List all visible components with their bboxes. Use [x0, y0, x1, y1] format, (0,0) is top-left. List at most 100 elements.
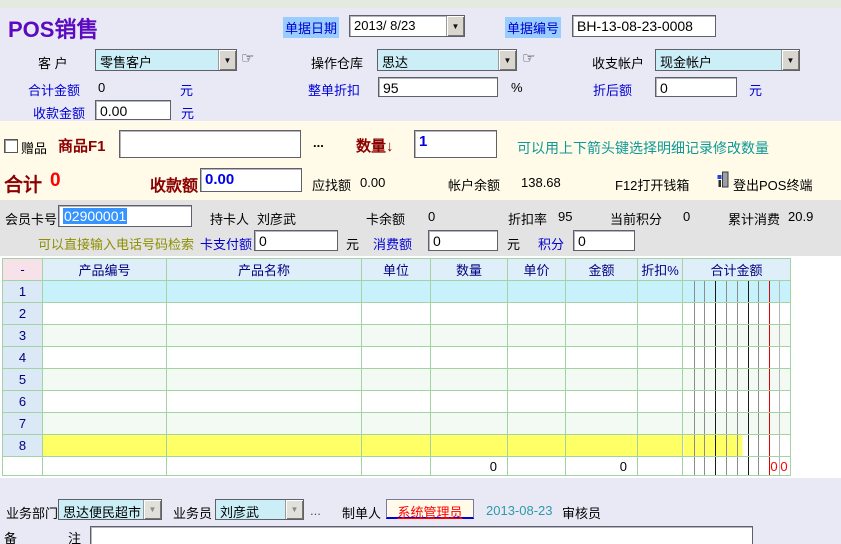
receipt-input[interactable]: 0.00: [200, 168, 302, 192]
grid-cell[interactable]: [431, 391, 508, 413]
grid-cell[interactable]: [566, 391, 638, 413]
row-number-cell[interactable]: 4: [3, 347, 43, 369]
grid-cell[interactable]: [362, 325, 431, 347]
row-number-cell[interactable]: 8: [3, 435, 43, 457]
chevron-down-icon[interactable]: ▼: [285, 500, 303, 519]
grid-cell[interactable]: [167, 303, 362, 325]
row-number-cell[interactable]: 7: [3, 413, 43, 435]
gift-checkbox[interactable]: [4, 139, 18, 153]
grid-cell[interactable]: [566, 325, 638, 347]
points-input[interactable]: 0: [573, 230, 635, 251]
row-number-cell[interactable]: 3: [3, 325, 43, 347]
grid-cell[interactable]: [566, 281, 638, 303]
grid-cell[interactable]: [167, 347, 362, 369]
grid-cell[interactable]: [431, 413, 508, 435]
grid-cell[interactable]: [43, 281, 167, 303]
grid-cell[interactable]: [508, 435, 566, 457]
grid-cell[interactable]: [362, 303, 431, 325]
grid-cell[interactable]: [638, 391, 683, 413]
chevron-down-icon[interactable]: ▼: [143, 500, 161, 519]
doc-number-input[interactable]: BH-13-08-23-0008: [572, 15, 716, 37]
grid-cell[interactable]: [508, 369, 566, 391]
row-number-cell[interactable]: 2: [3, 303, 43, 325]
doc-date-combobox[interactable]: 2013/ 8/23 ▼: [349, 15, 465, 37]
card-pay-input[interactable]: 0: [254, 230, 338, 251]
grid-cell[interactable]: [362, 281, 431, 303]
grid-cell[interactable]: [508, 281, 566, 303]
grid-cell[interactable]: [508, 413, 566, 435]
logout-icon[interactable]: [716, 171, 729, 191]
salesman-combobox[interactable]: 刘彦武 ▼: [215, 499, 304, 520]
grid-cell[interactable]: [508, 325, 566, 347]
customer-combobox[interactable]: 零售客户 ▼: [95, 49, 237, 71]
order-discount-input[interactable]: 95: [378, 77, 498, 97]
grid-cell[interactable]: [431, 369, 508, 391]
grid-cell[interactable]: [362, 369, 431, 391]
grid-cell[interactable]: [566, 303, 638, 325]
grid-cell[interactable]: [638, 369, 683, 391]
chevron-down-icon[interactable]: ▼: [498, 50, 516, 70]
grid-cell[interactable]: [43, 325, 167, 347]
row-number-cell[interactable]: 1: [3, 281, 43, 303]
row-number-cell[interactable]: 6: [3, 391, 43, 413]
after-discount-input[interactable]: 0: [655, 77, 737, 97]
account-combobox[interactable]: 现金帐户 ▼: [655, 49, 800, 71]
grid-cell[interactable]: [43, 347, 167, 369]
grid-cell[interactable]: [566, 347, 638, 369]
member-card-input[interactable]: 02900001: [58, 205, 192, 227]
row-number-cell[interactable]: 5: [3, 369, 43, 391]
product-input[interactable]: [119, 130, 301, 158]
grid-cell[interactable]: [431, 347, 508, 369]
grid-cell[interactable]: [431, 281, 508, 303]
consume-input[interactable]: 0: [428, 230, 498, 251]
grid-cell[interactable]: [683, 391, 791, 413]
grid-cell[interactable]: [43, 303, 167, 325]
grid-cell[interactable]: [43, 369, 167, 391]
quantity-input[interactable]: 1: [414, 130, 497, 158]
grid-cell[interactable]: [683, 413, 791, 435]
grid-cell[interactable]: [638, 347, 683, 369]
warehouse-combobox[interactable]: 思达 ▼: [377, 49, 517, 71]
grid-cell[interactable]: [683, 347, 791, 369]
grid-cell[interactable]: [683, 303, 791, 325]
logout-button[interactable]: 登出POS终端: [733, 175, 812, 194]
grid-cell[interactable]: [508, 391, 566, 413]
grid-cell[interactable]: [508, 347, 566, 369]
grid-cell[interactable]: [638, 303, 683, 325]
grid-cell[interactable]: [362, 391, 431, 413]
grid-cell[interactable]: [167, 325, 362, 347]
received-amount-input[interactable]: 0.00: [95, 100, 171, 120]
grid-cell[interactable]: [431, 325, 508, 347]
grid-cell[interactable]: [638, 325, 683, 347]
open-drawer-button[interactable]: F12打开钱箱: [615, 175, 689, 194]
grid-cell[interactable]: [167, 435, 362, 457]
grid-cell[interactable]: [362, 435, 431, 457]
grid-cell[interactable]: [566, 435, 638, 457]
grid-cell[interactable]: [683, 281, 791, 303]
grid-cell[interactable]: [167, 413, 362, 435]
department-combobox[interactable]: 思达便民超市 ▼: [58, 499, 162, 520]
grid-cell[interactable]: [683, 435, 791, 457]
grid-cell[interactable]: [43, 435, 167, 457]
remark-input[interactable]: [90, 526, 753, 544]
hand-pointer-icon[interactable]: ☞: [241, 49, 254, 67]
grid-cell[interactable]: [683, 325, 791, 347]
grid-cell[interactable]: [167, 369, 362, 391]
product-lookup-button[interactable]: ...: [313, 135, 324, 150]
grid-cell[interactable]: [167, 391, 362, 413]
grid-cell[interactable]: [43, 391, 167, 413]
hand-pointer-icon[interactable]: ☞: [522, 49, 535, 67]
grid-cell[interactable]: [362, 347, 431, 369]
grid-cell[interactable]: [638, 413, 683, 435]
chevron-down-icon[interactable]: ▼: [218, 50, 236, 70]
salesman-lookup-button[interactable]: ...: [310, 503, 321, 518]
chevron-down-icon[interactable]: ▼: [781, 50, 799, 70]
grid-cell[interactable]: [566, 369, 638, 391]
grid-cell[interactable]: [638, 435, 683, 457]
grid-cell[interactable]: [508, 303, 566, 325]
grid-cell[interactable]: [362, 413, 431, 435]
grid-cell[interactable]: [638, 281, 683, 303]
chevron-down-icon[interactable]: ▼: [446, 16, 464, 36]
grid-cell[interactable]: [683, 369, 791, 391]
grid-cell[interactable]: [431, 303, 508, 325]
